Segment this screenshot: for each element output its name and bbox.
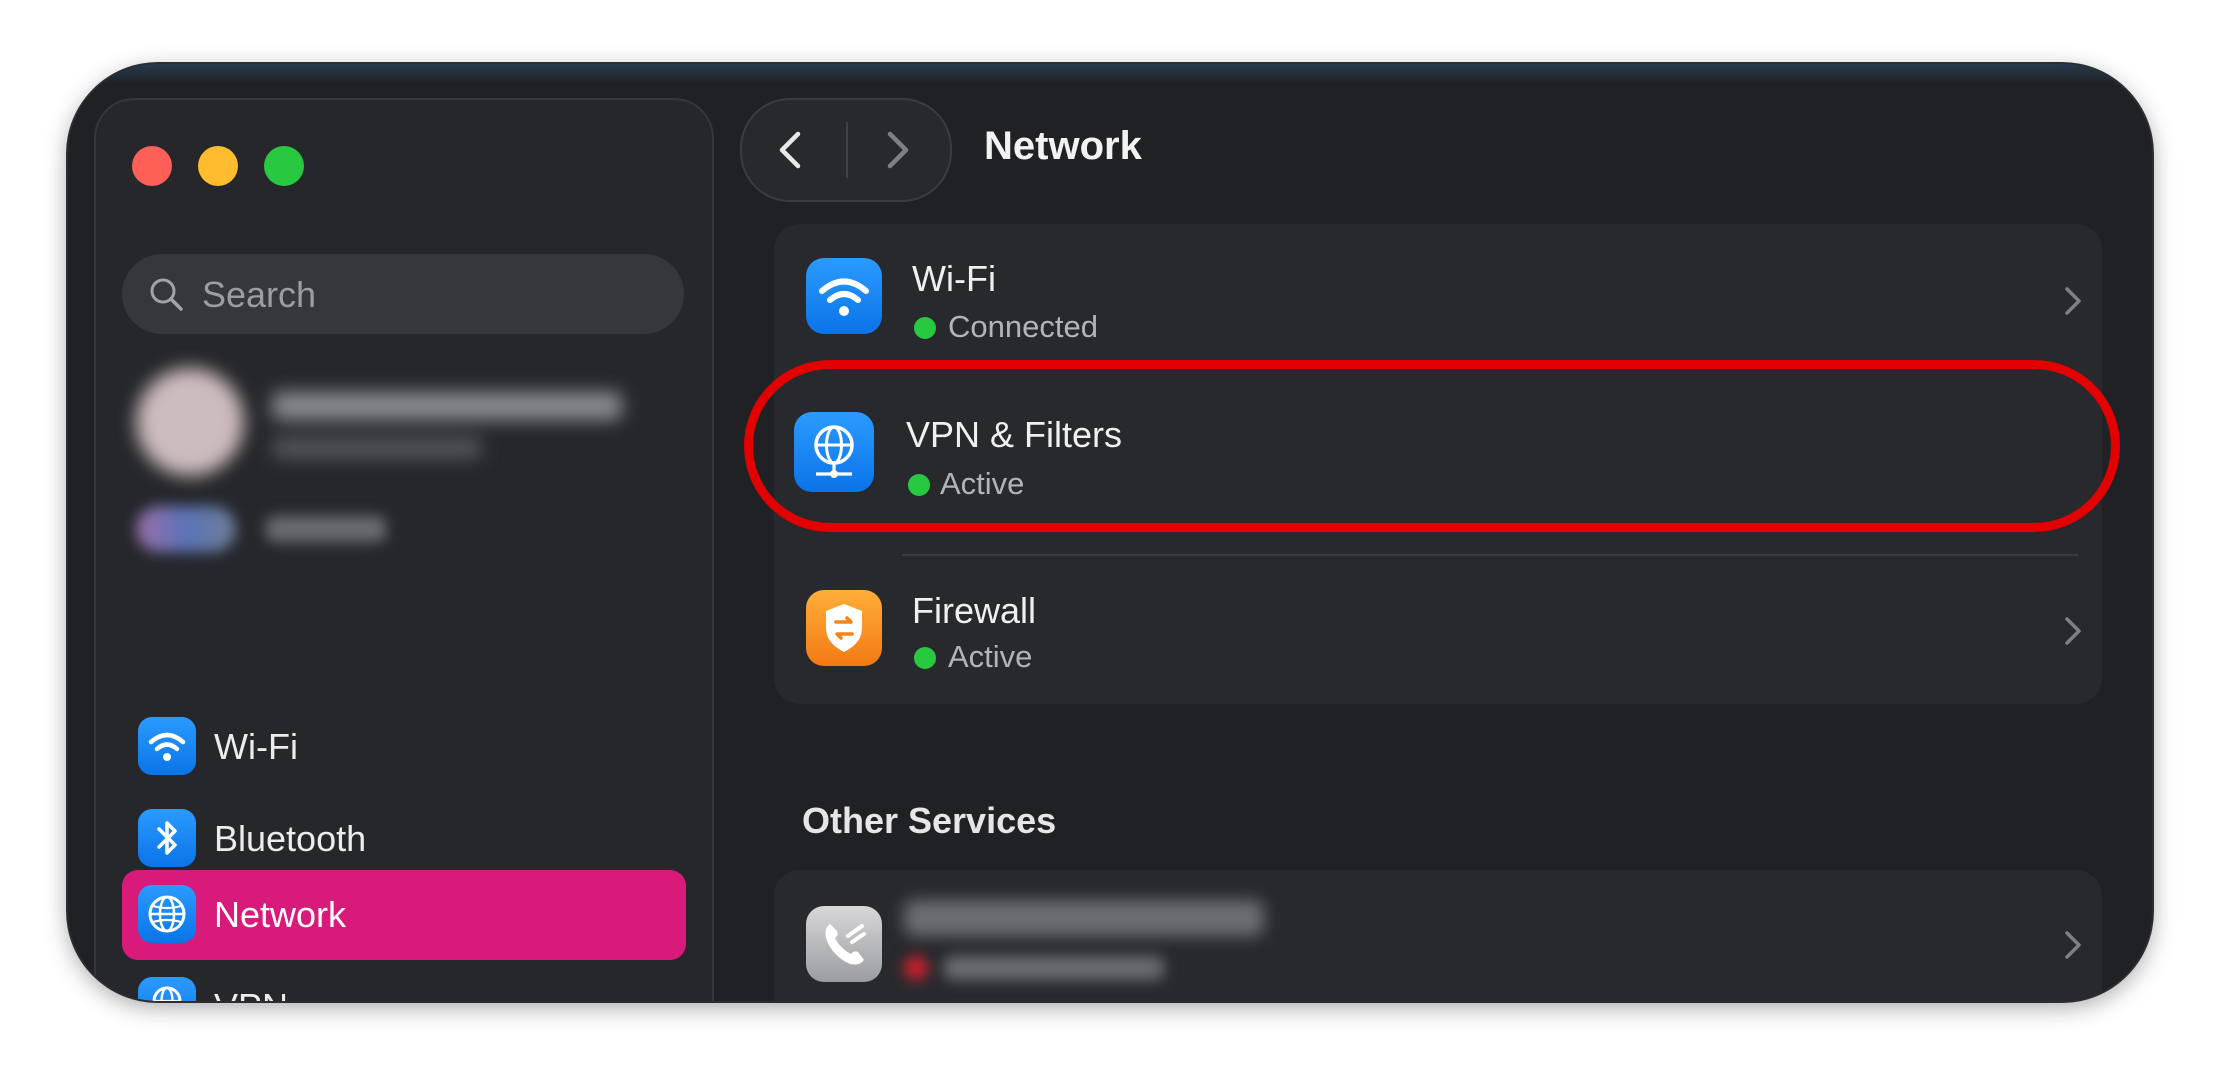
search-input[interactable] bbox=[200, 254, 664, 336]
navigation-controls bbox=[740, 98, 952, 202]
sidebar-item-label: Network bbox=[214, 894, 347, 935]
avatar bbox=[136, 368, 244, 476]
forward-button[interactable] bbox=[846, 100, 946, 200]
row-status: Active bbox=[948, 639, 1033, 674]
sidebar-item-network[interactable]: Network bbox=[122, 870, 686, 960]
wifi-icon bbox=[138, 717, 196, 775]
chevron-right-icon bbox=[887, 131, 909, 169]
row-title: Firewall bbox=[912, 590, 1037, 631]
account-subtitle-redacted bbox=[272, 438, 482, 458]
minimize-button[interactable] bbox=[198, 146, 238, 186]
row-title: Wi-Fi bbox=[912, 258, 996, 299]
bluetooth-icon bbox=[138, 809, 196, 867]
apple-account-blurred[interactable] bbox=[136, 356, 636, 486]
chevron-right-icon bbox=[2065, 617, 2081, 645]
firewall-shield-icon bbox=[806, 590, 882, 666]
chevron-left-icon bbox=[779, 131, 801, 169]
list-item-firewall[interactable]: Firewall Active bbox=[774, 554, 2102, 704]
close-button[interactable] bbox=[132, 146, 172, 186]
other-service-status-redacted bbox=[904, 952, 1184, 982]
chevron-right-icon bbox=[2065, 931, 2081, 959]
search-icon bbox=[150, 278, 183, 311]
vpn-globe-icon bbox=[138, 977, 196, 1001]
highlight-ring bbox=[744, 360, 2120, 532]
list-item-wifi[interactable]: Wi-Fi Connected bbox=[774, 224, 2102, 374]
sidebar-item-label: VPN bbox=[214, 962, 288, 1001]
search-field[interactable] bbox=[122, 254, 684, 336]
other-service-title-redacted bbox=[904, 900, 1264, 936]
settings-window: Wi-Fi Bluetooth Network bbox=[68, 64, 2152, 1001]
sidebar-item-label: Wi-Fi bbox=[214, 726, 298, 767]
section-title: Other Services bbox=[802, 800, 1057, 841]
chevron-right-icon bbox=[2065, 287, 2081, 315]
status-dot-green bbox=[914, 317, 936, 339]
window-top-edge bbox=[68, 64, 2152, 84]
back-button[interactable] bbox=[742, 100, 842, 200]
family-avatars-icon bbox=[136, 506, 236, 552]
zoom-button[interactable] bbox=[264, 146, 304, 186]
phone-icon bbox=[806, 906, 882, 982]
sidebar-item-wifi[interactable]: Wi-Fi bbox=[122, 702, 686, 792]
globe-icon bbox=[138, 885, 196, 943]
status-dot-green bbox=[914, 647, 936, 669]
page-title: Network bbox=[984, 124, 1142, 168]
family-row-blurred[interactable] bbox=[136, 500, 436, 560]
account-name-redacted bbox=[272, 392, 622, 420]
sidebar: Wi-Fi Bluetooth Network bbox=[94, 98, 714, 1001]
row-status: Connected bbox=[948, 309, 1098, 344]
family-label-redacted bbox=[266, 516, 386, 542]
sidebar-item-vpn[interactable]: VPN bbox=[122, 962, 686, 1001]
wifi-icon bbox=[806, 258, 882, 334]
